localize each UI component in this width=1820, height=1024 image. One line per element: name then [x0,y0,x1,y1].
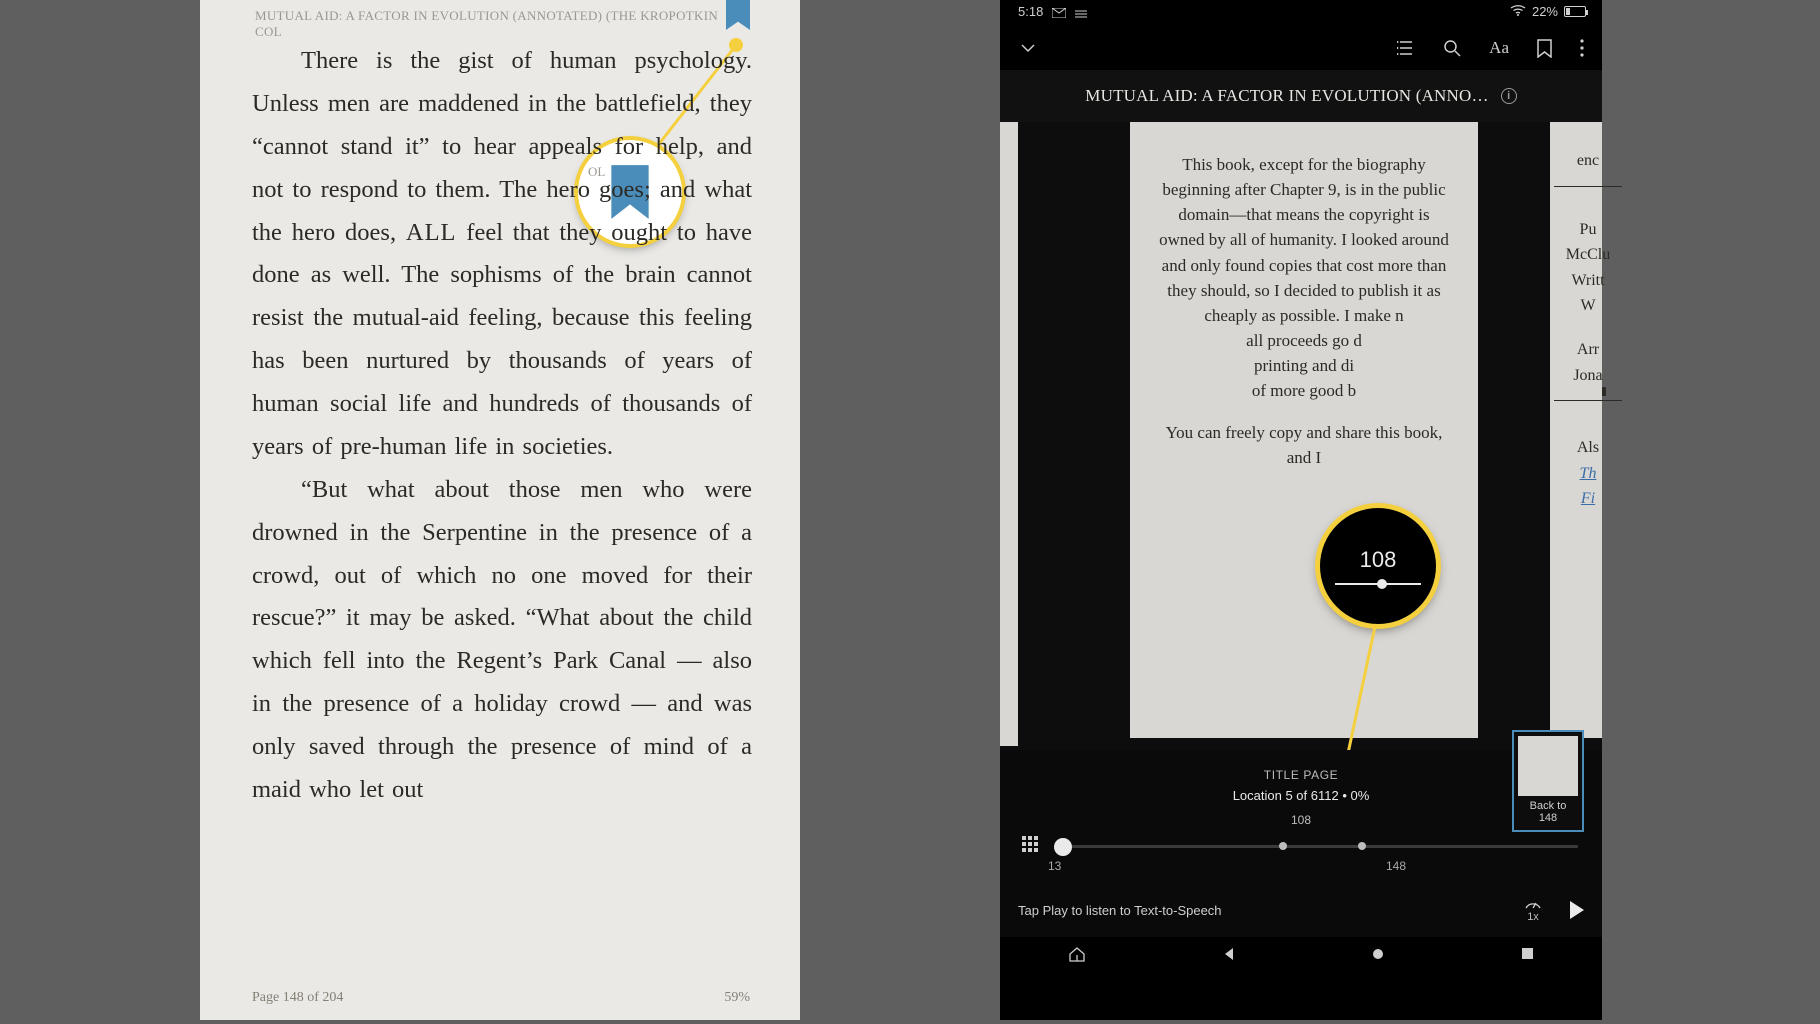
back-to-label: Back to [1518,800,1578,812]
divider [1554,186,1622,187]
scrub-caption: TITLE PAGE [1022,768,1580,782]
scrub-mid-label: 108 [1022,813,1580,827]
slider-label-left: 13 [1048,859,1061,873]
book-running-header: MUTUAL AID: A FACTOR IN EVOLUTION (ANNOT… [255,8,745,40]
paragraph-2: “But what about those men who were drown… [252,469,752,812]
reader-toolbar: Aa [1000,26,1602,70]
scrubber-magnifier: 108 [1320,508,1436,624]
peek-arr: Arr [1554,337,1622,363]
peek-writt: Writt [1554,268,1622,294]
battery-percent: 22% [1532,4,1558,19]
tts-hint: Tap Play to listen to Text-to-Speech [1018,903,1222,918]
contents-icon[interactable] [1397,40,1415,56]
android-statusbar: 5:18 22% [1000,0,1602,26]
book-title: MUTUAL AID: A FACTOR IN EVOLUTION (ANNO… [1085,86,1488,106]
peek-enc: enc [1554,148,1622,174]
back-to-page: 148 [1518,812,1578,824]
page-footer: Page 148 of 204 59% [252,990,750,1006]
preview-para-a: This book, except for the biography begi… [1156,152,1452,328]
divider [1554,400,1622,401]
nav-recent-icon[interactable] [1521,947,1534,965]
nav-home-icon[interactable] [1371,947,1385,966]
overflow-menu-icon[interactable] [1580,39,1584,57]
scrub-location: Location 5 of 6112 • 0% [1022,788,1580,803]
back-to-card[interactable]: Back to 148 [1512,730,1584,832]
back-to-thumb [1518,736,1578,796]
magnifier-line [1335,583,1421,585]
mail-icon [1052,6,1088,21]
page-body[interactable]: There is the gist of human psy­chology. … [252,40,752,980]
page-number: Page 148 of 204 [252,990,343,1006]
magnifier-value: 108 [1360,547,1397,573]
preview-current-page[interactable]: This book, except for the biography begi… [1130,122,1478,738]
paragraph-1: There is the gist of human psy­chology. … [252,40,752,469]
peek-jon: Jona [1554,363,1622,389]
bookmark-outline-icon[interactable] [1537,39,1552,58]
preview-prev-page[interactable] [1000,122,1018,746]
page-grid-icon[interactable] [1022,836,1038,852]
peek-pu: Pu [1554,217,1622,243]
tts-play-button[interactable] [1570,901,1584,919]
preview-para-c: printing and di [1156,353,1452,378]
location-slider[interactable] [1054,837,1578,855]
peek-link-th[interactable]: Th [1554,461,1622,487]
chevron-down-icon[interactable] [1018,38,1038,58]
peek-als: Als [1554,435,1622,461]
page-preview-area[interactable]: This book, except for the biography begi… [1000,122,1602,750]
android-navbar [1000,937,1602,975]
wifi-icon [1510,4,1526,19]
slider-labels: 13 148 [1022,857,1580,873]
slider-label-right: 148 [1386,859,1406,873]
nav-back-icon[interactable] [1222,947,1236,966]
tts-bar: Tap Play to listen to Text-to-Speech 1x [1000,883,1602,937]
slider-tick-148[interactable] [1358,842,1366,850]
tts-speed-button[interactable]: 1x [1524,897,1542,923]
slider-tick-108[interactable] [1279,842,1287,850]
book-title-row: MUTUAL AID: A FACTOR IN EVOLUTION (ANNO…… [1000,70,1602,122]
preview-para-b: all proceeds go d [1156,328,1452,353]
kindle-overview-dark: 5:18 22% Aa [1000,0,1602,1020]
status-time: 5:18 [1018,4,1043,19]
preview-next-page[interactable]: enc Pu McClu Writt W Arr Jona Als Th Fi [1550,122,1602,738]
info-icon[interactable]: i [1501,88,1517,104]
preview-para-e: You can freely copy and share this book,… [1156,420,1452,470]
peek-w: W [1554,293,1622,319]
progress-percent: 59% [724,990,750,1006]
kindle-page-light: MUTUAL AID: A FACTOR IN EVOLUTION (ANNOT… [200,0,800,1020]
peek-mcclu: McClu [1554,242,1622,268]
search-icon[interactable] [1443,39,1461,57]
preview-para-d: of more good b [1156,378,1452,403]
battery-icon [1564,6,1586,17]
font-settings-icon[interactable]: Aa [1489,38,1509,58]
share-icon[interactable] [1068,946,1086,967]
peek-link-fi[interactable]: Fi [1554,486,1622,512]
